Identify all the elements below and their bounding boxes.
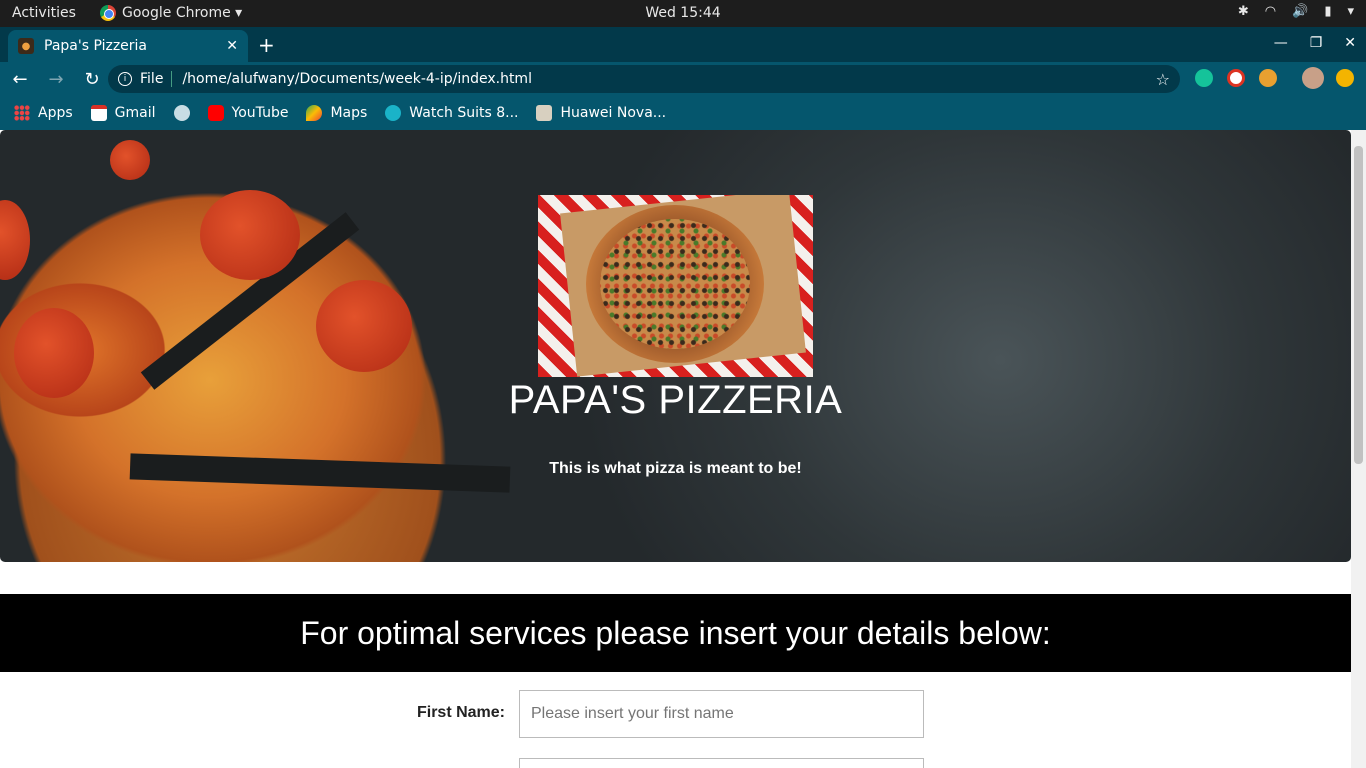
activities-button[interactable]: Activities bbox=[12, 5, 76, 21]
page-title: PAPA'S PIZZERIA bbox=[508, 378, 843, 422]
bookmark-label: YouTube bbox=[231, 105, 289, 121]
tab-title: Papa's Pizzeria bbox=[44, 38, 148, 54]
scrollbar-thumb[interactable] bbox=[1354, 146, 1363, 464]
first-name-label: First Name: bbox=[416, 704, 505, 721]
first-name-input[interactable] bbox=[519, 690, 924, 738]
wifi-icon[interactable]: ◠ bbox=[1265, 4, 1276, 19]
bookmark-gmail[interactable]: Gmail bbox=[90, 105, 156, 121]
tab-papas-pizzeria[interactable]: ● Papa's Pizzeria ✕ bbox=[8, 30, 248, 62]
bookmark-huawei-nova[interactable]: Huawei Nova... bbox=[536, 105, 666, 121]
pizza-favicon-icon: ● bbox=[18, 38, 34, 54]
divider bbox=[171, 71, 173, 87]
bookmark-apps[interactable]: Apps bbox=[14, 105, 73, 121]
app-menu-label: Google Chrome ▾ bbox=[122, 5, 243, 21]
page-viewport: PAPA'S PIZZERIA This is what pizza is me… bbox=[0, 130, 1366, 768]
new-tab-icon[interactable]: + bbox=[258, 33, 275, 57]
next-field-row bbox=[0, 758, 1351, 768]
bookmarks-bar: Apps Gmail YouTube Maps Watch Suits 8...… bbox=[0, 96, 1366, 130]
grammarly-icon[interactable] bbox=[1195, 69, 1213, 87]
bookmark-label: Huawei Nova... bbox=[560, 105, 667, 121]
browser-toolbar: ← → ↻ i File /home/alufwany/Documents/we… bbox=[0, 62, 1366, 96]
extension-icon[interactable] bbox=[1259, 69, 1277, 87]
gmail-icon bbox=[90, 105, 107, 121]
hero-section: PAPA'S PIZZERIA This is what pizza is me… bbox=[0, 130, 1351, 562]
pepperoni bbox=[316, 280, 412, 372]
bookmark-label: Maps bbox=[330, 105, 368, 121]
battery-icon[interactable]: ▮ bbox=[1324, 4, 1331, 19]
bookmark-star-icon[interactable]: ☆ bbox=[1156, 70, 1170, 89]
bookmark-globe[interactable] bbox=[173, 105, 190, 121]
url-scheme: File bbox=[140, 71, 164, 87]
pepperoni bbox=[200, 190, 300, 280]
window-controls: — ❐ ✕ bbox=[1274, 35, 1356, 51]
tab-strip: ● Papa's Pizzeria ✕ + — ❐ ✕ bbox=[0, 27, 1366, 62]
shopping-cart-icon bbox=[536, 105, 553, 121]
apps-grid-icon bbox=[14, 105, 30, 121]
info-icon[interactable]: i bbox=[118, 72, 132, 86]
pepperoni bbox=[0, 200, 30, 280]
bookmark-label: Apps bbox=[38, 105, 73, 121]
close-tab-icon[interactable]: ✕ bbox=[226, 38, 238, 54]
minimize-icon[interactable]: — bbox=[1274, 35, 1288, 51]
pizza-photo bbox=[538, 195, 813, 377]
chevron-down-icon[interactable]: ▾ bbox=[1347, 4, 1354, 19]
volume-icon[interactable]: 🔊 bbox=[1292, 4, 1308, 19]
chrome-icon bbox=[100, 5, 116, 21]
maps-pin-icon bbox=[306, 105, 323, 121]
play-icon bbox=[385, 105, 402, 121]
blocker-extension-icon[interactable] bbox=[1227, 69, 1245, 87]
details-banner: For optimal services please insert your … bbox=[0, 594, 1351, 672]
bookmark-youtube[interactable]: YouTube bbox=[207, 105, 289, 121]
bluetooth-icon[interactable]: ✱ bbox=[1238, 4, 1249, 19]
update-alert-icon[interactable] bbox=[1336, 69, 1354, 87]
url-text[interactable]: /home/alufwany/Documents/week-4-ip/index… bbox=[182, 71, 1155, 87]
globe-icon bbox=[173, 105, 190, 121]
back-icon[interactable]: ← bbox=[4, 69, 36, 90]
bookmark-label: Watch Suits 8... bbox=[409, 105, 519, 121]
next-field-input[interactable] bbox=[519, 758, 924, 768]
app-menu[interactable]: Google Chrome ▾ bbox=[100, 5, 242, 21]
system-tray[interactable]: ✱ ◠ 🔊 ▮ ▾ bbox=[1238, 4, 1354, 19]
forward-icon[interactable]: → bbox=[40, 69, 72, 90]
tagline: This is what pizza is meant to be! bbox=[549, 460, 802, 477]
close-window-icon[interactable]: ✕ bbox=[1344, 35, 1356, 51]
scrollbar[interactable] bbox=[1351, 130, 1366, 768]
pepperoni bbox=[110, 140, 150, 180]
bookmark-maps[interactable]: Maps bbox=[306, 105, 367, 121]
address-bar[interactable]: i File /home/alufwany/Documents/week-4-i… bbox=[108, 65, 1180, 93]
system-top-bar: Activities Google Chrome ▾ Wed 15:44 ✱ ◠… bbox=[0, 0, 1366, 27]
first-name-row: First Name: bbox=[0, 690, 1351, 738]
maximize-icon[interactable]: ❐ bbox=[1310, 35, 1323, 51]
pizza-pie bbox=[586, 205, 764, 363]
youtube-icon bbox=[207, 105, 224, 121]
avatar[interactable] bbox=[1302, 67, 1324, 89]
bookmark-watch-suits[interactable]: Watch Suits 8... bbox=[385, 105, 518, 121]
bookmark-label: Gmail bbox=[114, 105, 156, 121]
reload-icon[interactable]: ↻ bbox=[76, 69, 108, 90]
